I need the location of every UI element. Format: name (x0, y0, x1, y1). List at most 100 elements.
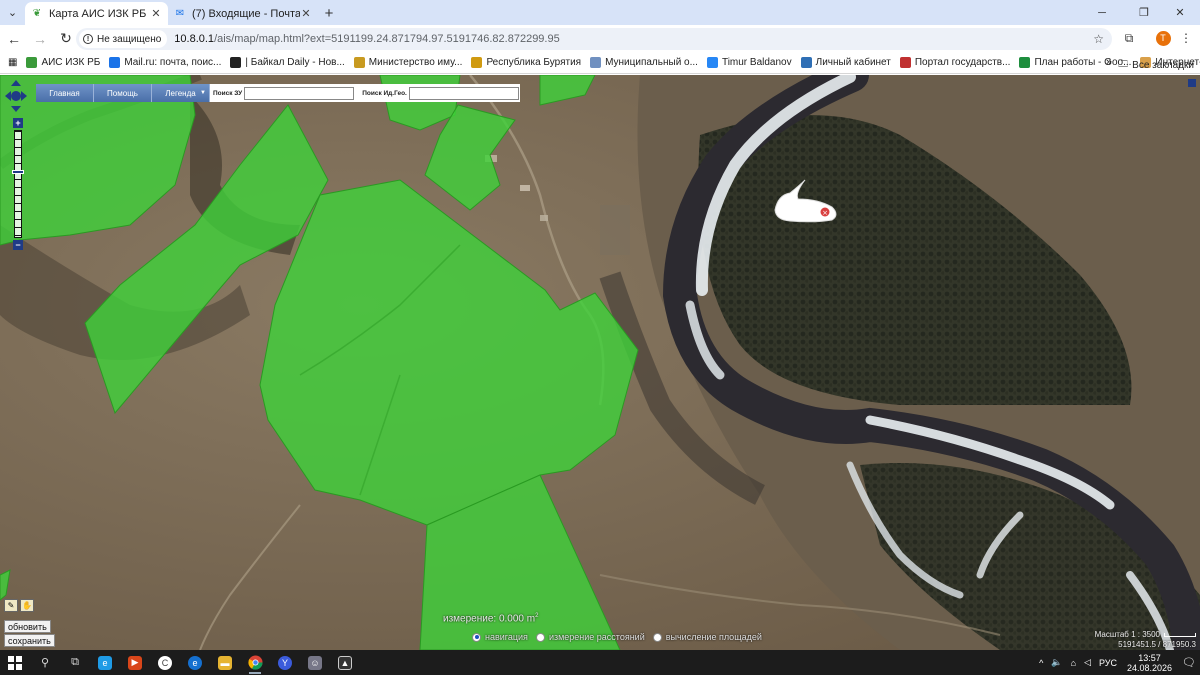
bookmark-item[interactable]: Портал государств... (899, 57, 1010, 68)
browser-menu-icon[interactable]: ⋮ (1176, 27, 1196, 49)
mode-navigation-label: навигация (485, 632, 528, 642)
cc-icon[interactable]: C (150, 650, 180, 675)
layer-switcher-icon[interactable] (1188, 79, 1196, 87)
extensions-icon[interactable]: ⧉ (1119, 27, 1139, 49)
map-viewport[interactable]: × Главная Помощь Легенда ▼ Поиск ЗУ Поис… (0, 75, 1200, 650)
language-indicator[interactable]: РУС (1099, 658, 1117, 668)
shield-icon (800, 57, 812, 68)
reload-icon[interactable]: ↻ (54, 27, 78, 51)
search-zu-label: Поиск ЗУ (213, 89, 243, 97)
notifications-icon[interactable]: 🗨 (1182, 656, 1196, 669)
profile-avatar[interactable]: T (1153, 27, 1173, 49)
photos-icon[interactable]: ▲ (330, 650, 360, 675)
bookmark-item[interactable]: Муниципальный о... (590, 57, 698, 68)
omnibox[interactable]: ! Не защищено 10.8.0.1/ais/map/map.html?… (76, 28, 1112, 50)
all-bookmarks-label: Все закладки (1132, 60, 1194, 71)
close-window-icon[interactable]: ✕ (1164, 0, 1196, 25)
help-button[interactable]: Помощь (94, 84, 152, 102)
coords-readout: 5191451.5 / 871950.3 (1118, 640, 1196, 649)
bookmark-item[interactable]: Республика Бурятия (471, 57, 581, 68)
bookmark-item[interactable]: | Байкал Daily - Нов... (230, 57, 345, 68)
hand-tool-icon[interactable]: ✋ (20, 599, 34, 612)
radio-measure-distance[interactable] (535, 632, 545, 642)
all-bookmarks-button[interactable]: 🗀 Все закладки (1118, 57, 1194, 74)
measure-readout: измерение: 0.000 m2 (443, 613, 538, 624)
bookmark-label: Министерство иму... (368, 57, 463, 68)
bookmark-star-icon[interactable]: ☆ (1093, 32, 1104, 46)
search-id-input[interactable] (408, 86, 519, 100)
taskview-icon[interactable]: ⧉ (60, 650, 90, 675)
system-tray: ^ 🔈 ⌂ ◁ РУС 13:57 24.08.2026 🗨 (1035, 650, 1200, 675)
url-host: 10.8.0.1 (174, 33, 215, 45)
media-icon[interactable]: ▶ (120, 650, 150, 675)
mode-measure-area[interactable]: вычисление площадей (652, 632, 762, 642)
zoom-slider[interactable] (14, 130, 22, 238)
speaker-icon[interactable]: ◁ (1084, 657, 1091, 668)
leaf-icon (26, 57, 38, 68)
crest-icon (590, 57, 602, 68)
radio-navigation[interactable] (472, 632, 481, 642)
mode-measure-distance-label: измерение расстояний (548, 632, 645, 642)
edge-icon[interactable]: e (180, 650, 210, 675)
measure-unit: m (526, 613, 536, 625)
radio-measure-area[interactable] (652, 632, 662, 642)
chrome-icon[interactable] (240, 650, 270, 675)
bookmarks-bar: ▦ АИС ИЗК РБ Mail.ru: почта, поис... | Бай… (0, 52, 1200, 74)
close-marker-glyph: × (822, 209, 828, 217)
bookmark-item[interactable]: Личный кабинет (800, 57, 891, 68)
yandex-icon[interactable]: Y (270, 650, 300, 675)
volume-icon[interactable]: 🔈 (1051, 657, 1062, 668)
bookmark-item[interactable]: Министерство иму... (353, 57, 463, 68)
zoom-in-button[interactable]: + (13, 118, 23, 128)
bookmark-item[interactable]: АИС ИЗК РБ (26, 57, 100, 68)
restore-icon[interactable]: ❐ (1128, 0, 1160, 25)
doc-icon (230, 57, 242, 68)
portrait-icon[interactable]: ☺ (300, 650, 330, 675)
forward-icon[interactable]: → (28, 27, 52, 51)
search-icon[interactable]: ⚲ (30, 650, 60, 675)
tab-title: (7) Входящие - Почта Mail (192, 7, 300, 20)
satellite-imagery: × (0, 75, 1200, 650)
close-tab-icon[interactable]: ✕ (300, 7, 312, 20)
mode-navigation[interactable]: навигация (472, 632, 528, 642)
legend-button[interactable]: Легенда ▼ (152, 84, 210, 102)
map-tool-icon[interactable]: ✎ (4, 599, 18, 612)
bookmark-item[interactable]: План работы - Goo... (1019, 57, 1131, 68)
bookmark-label: Муниципальный о... (605, 57, 698, 68)
search-zu-input[interactable] (244, 86, 355, 100)
bookmark-item[interactable]: Mail.ru: почта, поис... (109, 57, 221, 68)
folder-icon: 🗀 (1118, 59, 1129, 70)
save-button[interactable]: сохранить (4, 634, 55, 647)
scale-label: Масштаб 1 : 3500 (1095, 630, 1196, 640)
crest-icon (471, 57, 483, 68)
mode-measure-distance[interactable]: измерение расстояний (535, 632, 645, 642)
bookmark-item[interactable]: Timur Baldanov (706, 57, 792, 68)
bookmarks-more-button[interactable]: » (1106, 56, 1112, 68)
sheet-icon (1019, 57, 1031, 68)
network-icon[interactable]: ⌂ (1071, 658, 1076, 668)
tab-mail[interactable]: ✉ (7) Входящие - Почта Mail ✕ (168, 2, 318, 25)
home-button[interactable]: Главная (36, 84, 94, 102)
url-path: /ais/map/map.html?ext=5191199.24.871794.… (214, 33, 560, 45)
back-icon[interactable]: ← (2, 27, 26, 51)
close-tab-icon[interactable]: ✕ (150, 7, 162, 20)
bookmark-list: АИС ИЗК РБ Mail.ru: почта, поис... | Байка… (17, 57, 1200, 68)
new-tab-button[interactable]: + (318, 2, 340, 25)
browser-tab-strip: ⌄ ❦ Карта АИС ИЗК РБ ✕ ✉ (7) Входящие - … (0, 0, 1200, 25)
edge-legacy-icon[interactable]: e (90, 650, 120, 675)
address-toolbar: ← → ↻ ! Не защищено 10.8.0.1/ais/map/map… (0, 25, 1200, 52)
start-icon[interactable] (0, 650, 30, 675)
clock[interactable]: 13:57 24.08.2026 (1127, 653, 1172, 673)
security-chip[interactable]: ! Не защищено (79, 30, 168, 48)
folder-icon[interactable]: ▬ (210, 650, 240, 675)
bookmark-label: АИС ИЗК РБ (41, 57, 101, 68)
pan-arrows-icon[interactable] (5, 80, 27, 112)
apps-grid-icon[interactable]: ▦ (8, 57, 17, 68)
zoom-slider-thumb[interactable] (12, 170, 24, 174)
minimize-icon[interactable]: ─ (1086, 0, 1118, 25)
tab-search-chevron-icon[interactable]: ⌄ (0, 0, 25, 25)
tab-ais-map[interactable]: ❦ Карта АИС ИЗК РБ ✕ (25, 2, 168, 25)
refresh-button[interactable]: обновить (4, 620, 51, 633)
chevron-up-icon[interactable]: ^ (1039, 658, 1043, 668)
zoom-out-button[interactable]: − (13, 240, 23, 250)
